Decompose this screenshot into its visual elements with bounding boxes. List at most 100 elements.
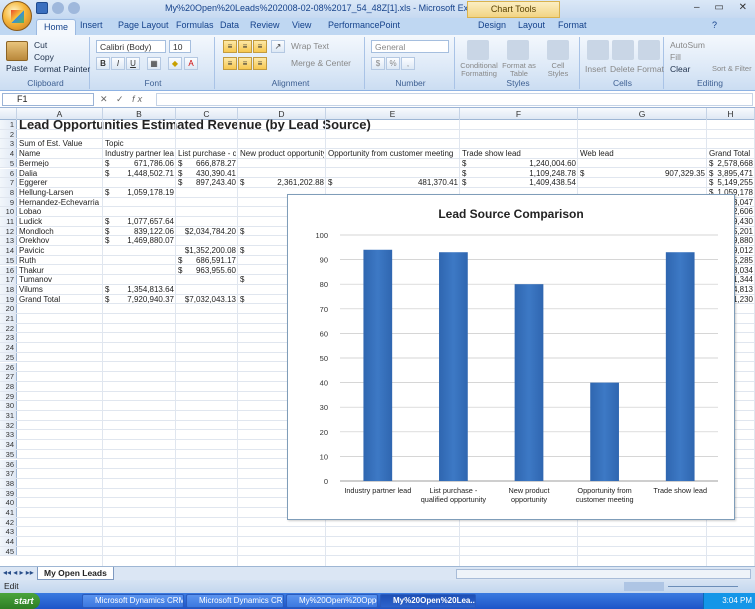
pivot-row-name[interactable]: Dalia [19, 169, 101, 178]
formula-input[interactable] [156, 93, 753, 106]
row-number[interactable]: 8 [0, 187, 17, 197]
pivot-value[interactable]: $7,032,043.13 [178, 295, 236, 304]
office-button[interactable] [2, 1, 32, 31]
lead-source-chart[interactable]: Lead Source Comparison 0 10 20 30 40 50 60 70 80… [287, 194, 735, 520]
row-number[interactable]: 36 [0, 459, 17, 469]
wrap-text-button[interactable]: Wrap Text [291, 41, 329, 51]
start-button[interactable]: start [0, 593, 40, 609]
orientation-icon[interactable]: ↗ [271, 40, 285, 53]
pivot-value[interactable]: 1,109,248.78 [462, 169, 576, 178]
align-center-icon[interactable]: ≡ [238, 57, 252, 70]
save-icon[interactable] [36, 2, 48, 14]
tab-formulas[interactable]: Formulas [176, 20, 214, 30]
borders-icon[interactable]: ▦ [147, 57, 161, 70]
column-header-h[interactable]: H [707, 108, 755, 120]
italic-button[interactable]: I [111, 57, 125, 70]
pivot-column-header[interactable]: Grand Total [709, 149, 753, 158]
cut-button[interactable]: Cut [34, 40, 47, 50]
pivot-row-name[interactable]: Pavicic [19, 246, 101, 255]
row-number[interactable]: 24 [0, 343, 17, 352]
underline-button[interactable]: U [126, 57, 140, 70]
align-left-icon[interactable]: ≡ [223, 57, 237, 70]
row-number[interactable]: 43 [0, 527, 17, 536]
pivot-topic-filter[interactable]: Topic [105, 139, 174, 148]
row-number[interactable]: 32 [0, 420, 17, 430]
row-number[interactable]: 1 [0, 120, 17, 129]
tab-home[interactable]: Home [36, 19, 77, 35]
pivot-row-name[interactable]: Ruth [19, 256, 101, 265]
row-number[interactable]: 17 [0, 275, 17, 284]
select-all-corner[interactable] [0, 108, 17, 120]
conditional-formatting-icon[interactable] [467, 40, 489, 60]
row-number[interactable]: 34 [0, 440, 17, 449]
paste-icon[interactable] [6, 41, 28, 61]
row-number[interactable]: 40 [0, 498, 17, 507]
redo-icon[interactable] [68, 2, 80, 14]
window-controls[interactable]: – ▭ ✕ [694, 2, 753, 13]
fx-icon[interactable]: fx [132, 94, 145, 104]
copy-button[interactable]: Copy [34, 52, 54, 62]
row-number[interactable]: 30 [0, 401, 17, 410]
pivot-row-name[interactable]: Bermejo [19, 159, 101, 168]
align-middle-icon[interactable]: ≡ [238, 40, 252, 53]
pivot-value[interactable]: 671,786.06 [105, 159, 174, 168]
pivot-row-name[interactable]: Grand Total [19, 295, 101, 304]
pivot-value[interactable]: $1,352,200.08 [178, 246, 236, 255]
zoom-slider[interactable] [668, 586, 738, 587]
tab-data[interactable]: Data [220, 20, 239, 30]
pivot-row-name[interactable]: Ludick [19, 217, 101, 226]
percent-icon[interactable]: % [386, 57, 400, 70]
row-number[interactable]: 2 [0, 129, 17, 139]
pivot-value[interactable]: 7,920,940.37 [105, 295, 174, 304]
row-number[interactable]: 39 [0, 488, 17, 498]
tab-page-layout[interactable]: Page Layout [118, 20, 169, 30]
pivot-row-name[interactable]: Tumanov [19, 275, 101, 284]
row-number[interactable]: 21 [0, 314, 17, 323]
name-box[interactable]: F1 [2, 93, 94, 106]
taskbar-item-crm-2[interactable]: Microsoft Dynamics CRM... [186, 594, 284, 608]
row-number[interactable]: 9 [0, 197, 17, 207]
pivot-value-label[interactable]: Sum of Est. Value [19, 139, 101, 148]
font-name-select[interactable]: Calibri (Body) [96, 40, 166, 53]
column-header-f[interactable]: F [460, 108, 578, 120]
sort-filter-button[interactable]: Sort & Filter [712, 64, 752, 73]
tab-layout[interactable]: Layout [518, 20, 545, 30]
row-number[interactable]: 35 [0, 449, 17, 459]
row-number[interactable]: 42 [0, 517, 17, 527]
pivot-value[interactable]: 3,895,471 [709, 169, 753, 178]
tab-format[interactable]: Format [558, 20, 587, 30]
format-as-table-button[interactable]: Format as Table [501, 62, 537, 78]
pivot-value[interactable]: 481,370.41 [328, 178, 458, 187]
undo-icon[interactable] [52, 2, 64, 14]
pivot-value[interactable]: 897,243.40 [178, 178, 236, 187]
paste-button[interactable]: Paste [6, 63, 28, 73]
row-number[interactable]: 28 [0, 381, 17, 391]
format-cells-icon[interactable] [638, 40, 660, 60]
row-number[interactable]: 29 [0, 391, 17, 401]
fill-button[interactable]: Fill [670, 52, 681, 62]
pivot-row-name[interactable]: Mondloch [19, 227, 101, 236]
currency-icon[interactable]: $ [371, 57, 385, 70]
horizontal-scrollbar[interactable] [456, 569, 751, 579]
view-buttons[interactable] [624, 582, 664, 591]
row-number[interactable]: 12 [0, 226, 17, 236]
tab-review[interactable]: Review [250, 20, 280, 30]
row-number[interactable]: 4 [0, 149, 17, 158]
row-number[interactable]: 33 [0, 430, 17, 439]
row-number[interactable]: 38 [0, 478, 17, 488]
bold-button[interactable]: B [96, 57, 110, 70]
pivot-value[interactable]: 1,469,880.07 [105, 236, 174, 245]
pivot-column-header[interactable]: List purchase - q [178, 149, 236, 158]
pivot-column-header[interactable]: Web lead [580, 149, 705, 158]
merge-center-button[interactable]: Merge & Center [291, 58, 351, 68]
format-painter-button[interactable]: Format Painter [34, 64, 90, 74]
taskbar-item-crm-1[interactable]: Microsoft Dynamics CRM ... [82, 594, 184, 608]
fill-color-icon[interactable]: ◆ [168, 57, 182, 70]
pivot-row-name[interactable]: Lobao [19, 207, 101, 216]
column-header-g[interactable]: G [578, 108, 707, 120]
insert-button[interactable]: Insert [585, 64, 606, 74]
pivot-column-header[interactable]: New product opportunity [240, 149, 324, 158]
conditional-formatting-button[interactable]: Conditional Formatting [459, 62, 499, 78]
clear-button[interactable]: Clear [670, 64, 690, 74]
pivot-value[interactable]: 907,329.35 [580, 169, 705, 178]
